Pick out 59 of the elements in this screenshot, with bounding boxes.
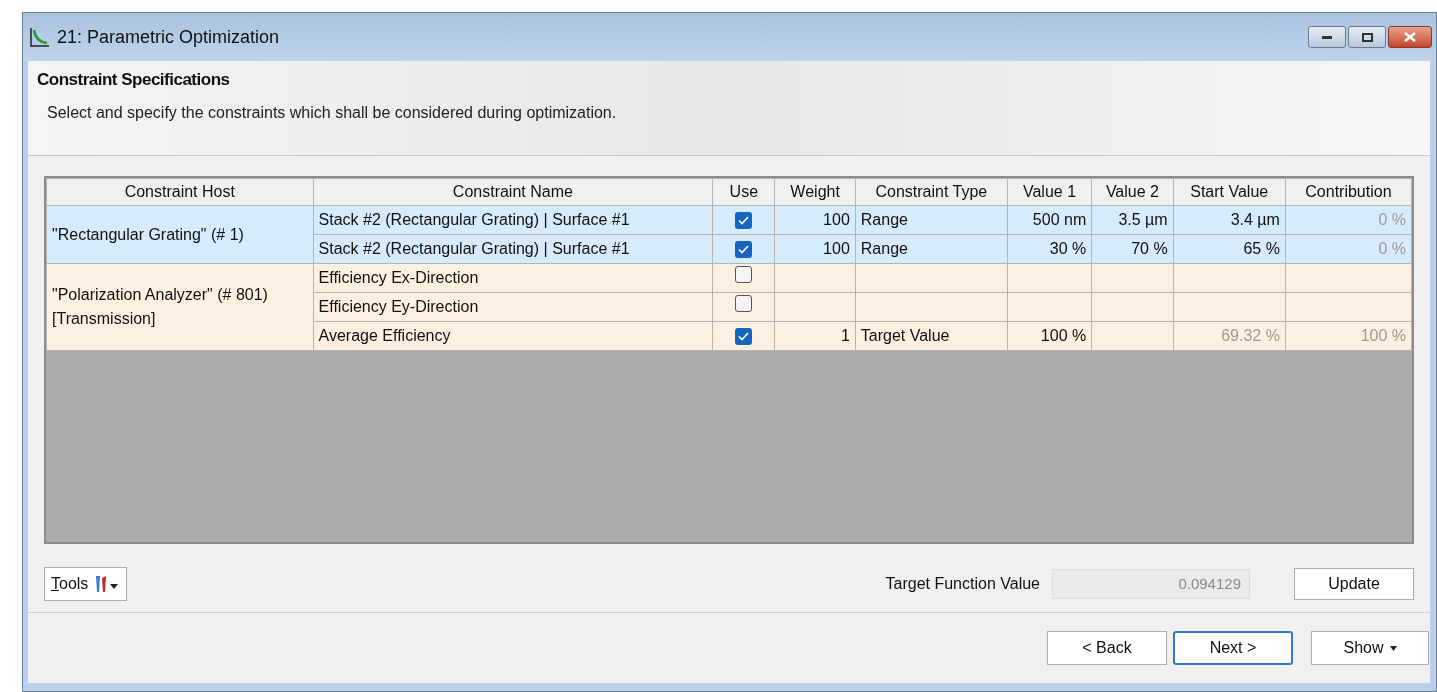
column-header: Constraint Host	[124, 183, 235, 200]
table-cell: Target Value	[860, 327, 950, 344]
table-cell: 30 %	[1049, 240, 1087, 257]
table-cell: Range	[860, 240, 908, 257]
close-button[interactable]	[1388, 26, 1432, 48]
table-cell: Stack #2 (Rectangular Grating) | Surface #1	[318, 211, 630, 228]
target-function-field: 0.094129	[1052, 569, 1250, 599]
section-description: Select and specify the constraints which shall be considered during optimization.	[47, 102, 618, 123]
checkmark-icon	[738, 245, 750, 254]
close-icon	[1404, 32, 1416, 42]
checkbox[interactable]	[735, 328, 753, 345]
checkbox[interactable]	[735, 295, 753, 312]
table-cell: Efficiency Ex-Direction	[318, 269, 479, 286]
column-header: Value 1	[1023, 183, 1077, 200]
next-button[interactable]: Next >	[1173, 631, 1293, 665]
table-cell: 0 %	[1378, 211, 1406, 228]
maximize-button[interactable]	[1348, 26, 1386, 48]
column-header: Weight	[790, 183, 840, 200]
table-cell: 100 %	[1040, 327, 1087, 344]
table-cell: Efficiency Ey-Direction	[318, 298, 479, 315]
table-cell: Range	[860, 211, 908, 228]
minimize-icon	[1322, 35, 1332, 39]
column-header: Start Value	[1190, 183, 1269, 200]
table-cell: 100	[823, 240, 850, 257]
table-cell: 1	[840, 327, 850, 344]
table-cell: 500 nm	[1032, 211, 1087, 228]
checkbox[interactable]	[735, 241, 753, 258]
caret-icon	[1389, 645, 1397, 651]
back-button[interactable]: < Back	[1047, 631, 1167, 665]
checkmark-icon	[738, 216, 750, 225]
column-header: Use	[729, 183, 759, 200]
column-header: Constraint Name	[452, 183, 573, 200]
maximize-icon	[1361, 32, 1373, 42]
table-cell: 100	[823, 211, 850, 228]
table-cell: 0 %	[1378, 240, 1406, 257]
target-function-label: Target Function Value	[885, 574, 1040, 594]
table-cell: 3.4 µm	[1230, 211, 1280, 228]
checkmark-icon	[738, 332, 750, 341]
table-cell: 69.32 %	[1221, 327, 1280, 344]
table-cell: 3.5 µm	[1118, 211, 1168, 228]
window-title: 21: Parametric Optimization	[57, 25, 280, 49]
table-cell: 65 %	[1243, 240, 1280, 257]
update-button[interactable]: Update	[1294, 568, 1414, 600]
table-cell: Average Efficiency	[318, 327, 451, 344]
checkbox[interactable]	[735, 266, 753, 283]
host-name: "Rectangular Grating" (# 1)	[52, 224, 245, 245]
column-header: Contribution	[1305, 183, 1392, 200]
show-button[interactable]: Show	[1311, 631, 1429, 665]
chart-icon	[29, 26, 51, 48]
column-header: Constraint Type	[875, 183, 988, 200]
column-header: Value 2	[1105, 183, 1159, 200]
section-title: Constraint Specifications	[37, 69, 231, 91]
host-name: "Polarization Analyzer" (# 801) [Transmission]	[52, 285, 269, 329]
table-cell: Stack #2 (Rectangular Grating) | Surface #1	[318, 240, 630, 257]
table-cell: 70 %	[1131, 240, 1168, 257]
minimize-button[interactable]	[1308, 26, 1346, 48]
tools-button[interactable]: Tools	[44, 567, 128, 601]
checkbox[interactable]	[735, 212, 753, 229]
table-cell: 100 %	[1360, 327, 1406, 344]
